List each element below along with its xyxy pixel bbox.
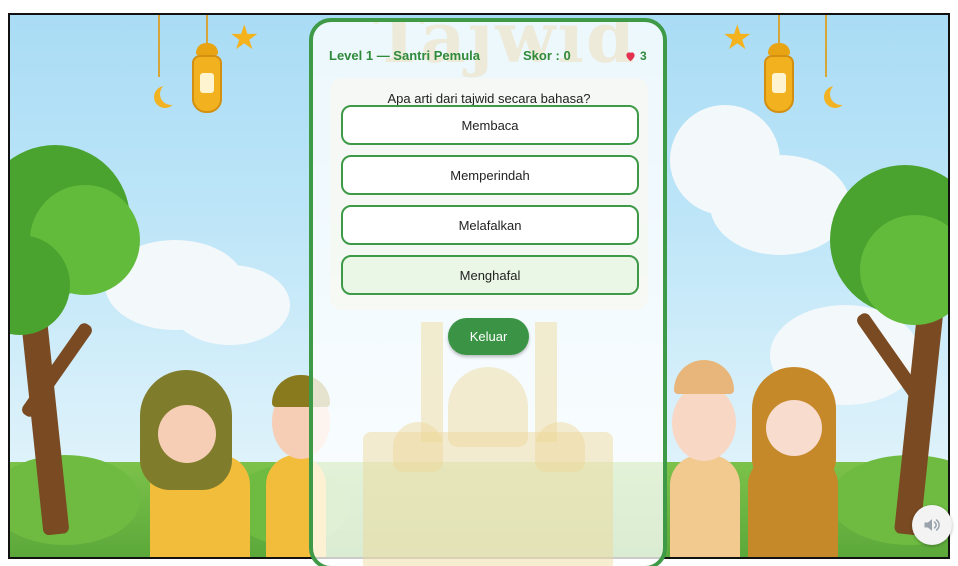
mosque-dome (393, 422, 443, 472)
hanging-string (158, 15, 160, 77)
exit-button[interactable]: Keluar (448, 318, 529, 355)
mosque-dome (448, 367, 528, 447)
cloud (170, 265, 290, 345)
lives-counter: 3 (625, 49, 647, 63)
girl-face (158, 405, 216, 463)
boy-character (670, 455, 740, 557)
hanging-string (778, 15, 780, 43)
question-card: Apa arti dari tajwid secara bahasa? Memb… (330, 78, 648, 310)
answer-option-membaca[interactable]: Membaca (341, 105, 639, 145)
girl-face (766, 400, 822, 456)
lives-count: 3 (640, 49, 647, 63)
heart-icon (626, 51, 635, 61)
answer-option-melafalkan[interactable]: Melafalkan (341, 205, 639, 245)
sound-toggle-button[interactable] (912, 505, 952, 545)
answer-option-memperindah[interactable]: Memperindah (341, 155, 639, 195)
lantern-icon (764, 55, 794, 113)
star-icon: ★ (229, 19, 260, 57)
boy-head (672, 385, 736, 461)
cloud (710, 155, 850, 255)
level-label: Level 1 — Santri Pemula (329, 48, 481, 63)
quiz-panel: Tajwid Level 1 — Santri Pemula Skor : 0 … (309, 18, 667, 566)
lantern-icon (192, 55, 222, 113)
question-text: Apa arti dari tajwid secara bahasa? (387, 91, 591, 106)
mosque-dome (535, 422, 585, 472)
hanging-string (206, 15, 208, 43)
lantern-cap (768, 43, 790, 55)
hanging-string (825, 15, 827, 77)
speaker-icon (924, 519, 940, 531)
boy-cap (674, 360, 734, 394)
answer-option-menghafal[interactable]: Menghafal (341, 255, 639, 295)
moon-icon (830, 83, 852, 105)
moon-icon (160, 83, 182, 105)
star-icon: ★ (722, 19, 753, 57)
score-label: Skor : 0 (523, 48, 571, 63)
lantern-cap (196, 43, 218, 55)
